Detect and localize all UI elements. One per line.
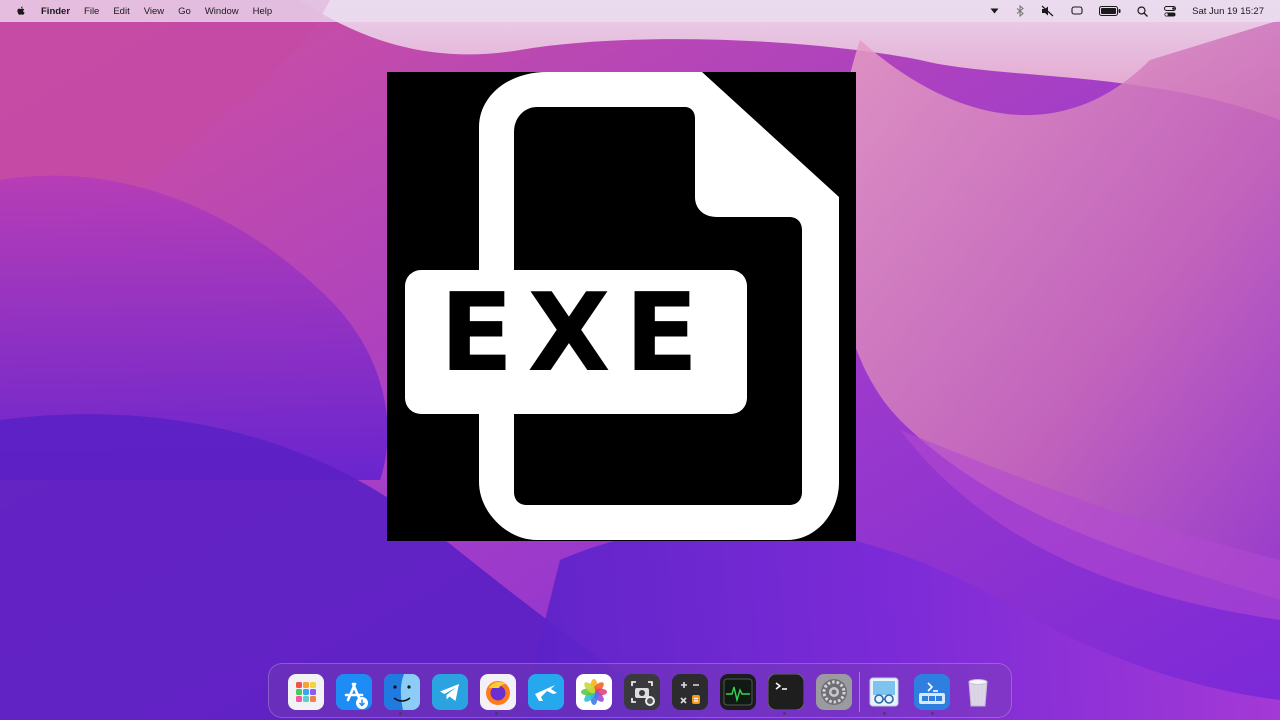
photos-icon[interactable] [576, 674, 612, 710]
menu-finder[interactable]: Finder [41, 6, 70, 17]
terminal-icon[interactable] [768, 674, 804, 710]
app-store-icon[interactable] [336, 674, 372, 710]
running-indicator [931, 712, 934, 715]
dock [268, 663, 1012, 718]
menu-edit[interactable]: Edit [113, 6, 129, 17]
running-indicator [495, 712, 498, 715]
preview-icon[interactable] [866, 674, 902, 710]
calculator-icon[interactable] [672, 674, 708, 710]
exe-label: EXE [440, 271, 713, 396]
control-center-icon[interactable] [1164, 5, 1177, 17]
menu-file[interactable]: File [84, 6, 99, 17]
menu-bar: Finder File Edit View Go Window Help Sat… [0, 0, 1280, 22]
menu-view[interactable]: View [144, 6, 164, 17]
dock-divider [859, 672, 860, 712]
launchpad-icon[interactable] [288, 674, 324, 710]
screen-mirroring-icon[interactable] [1071, 6, 1083, 16]
sound-muted-icon[interactable] [1041, 5, 1055, 17]
running-indicator [399, 712, 402, 715]
screenshot-icon[interactable] [624, 674, 660, 710]
menu-go[interactable]: Go [178, 6, 191, 17]
bluetooth-icon[interactable] [1015, 5, 1025, 17]
apple-menu-icon[interactable] [15, 5, 27, 17]
system-preferences-icon[interactable] [816, 674, 852, 710]
exe-file-icon: EXE [387, 72, 856, 541]
finder-icon[interactable] [384, 674, 420, 710]
migration-icon[interactable] [528, 674, 564, 710]
trash-icon[interactable] [960, 674, 996, 710]
activity-monitor-icon[interactable] [720, 674, 756, 710]
spotlight-search-icon[interactable] [1137, 5, 1149, 17]
dropdown-icon[interactable] [990, 7, 999, 15]
running-indicator [783, 712, 786, 715]
menu-window[interactable]: Window [205, 6, 239, 17]
telegram-icon[interactable] [432, 674, 468, 710]
running-indicator [883, 712, 886, 715]
downloads-stack-icon[interactable] [914, 674, 950, 710]
menubar-clock[interactable]: Sat Jun 19 15:27 [1192, 6, 1264, 17]
battery-icon[interactable] [1099, 6, 1121, 16]
menu-help[interactable]: Help [253, 6, 273, 17]
firefox-icon[interactable] [480, 674, 516, 710]
